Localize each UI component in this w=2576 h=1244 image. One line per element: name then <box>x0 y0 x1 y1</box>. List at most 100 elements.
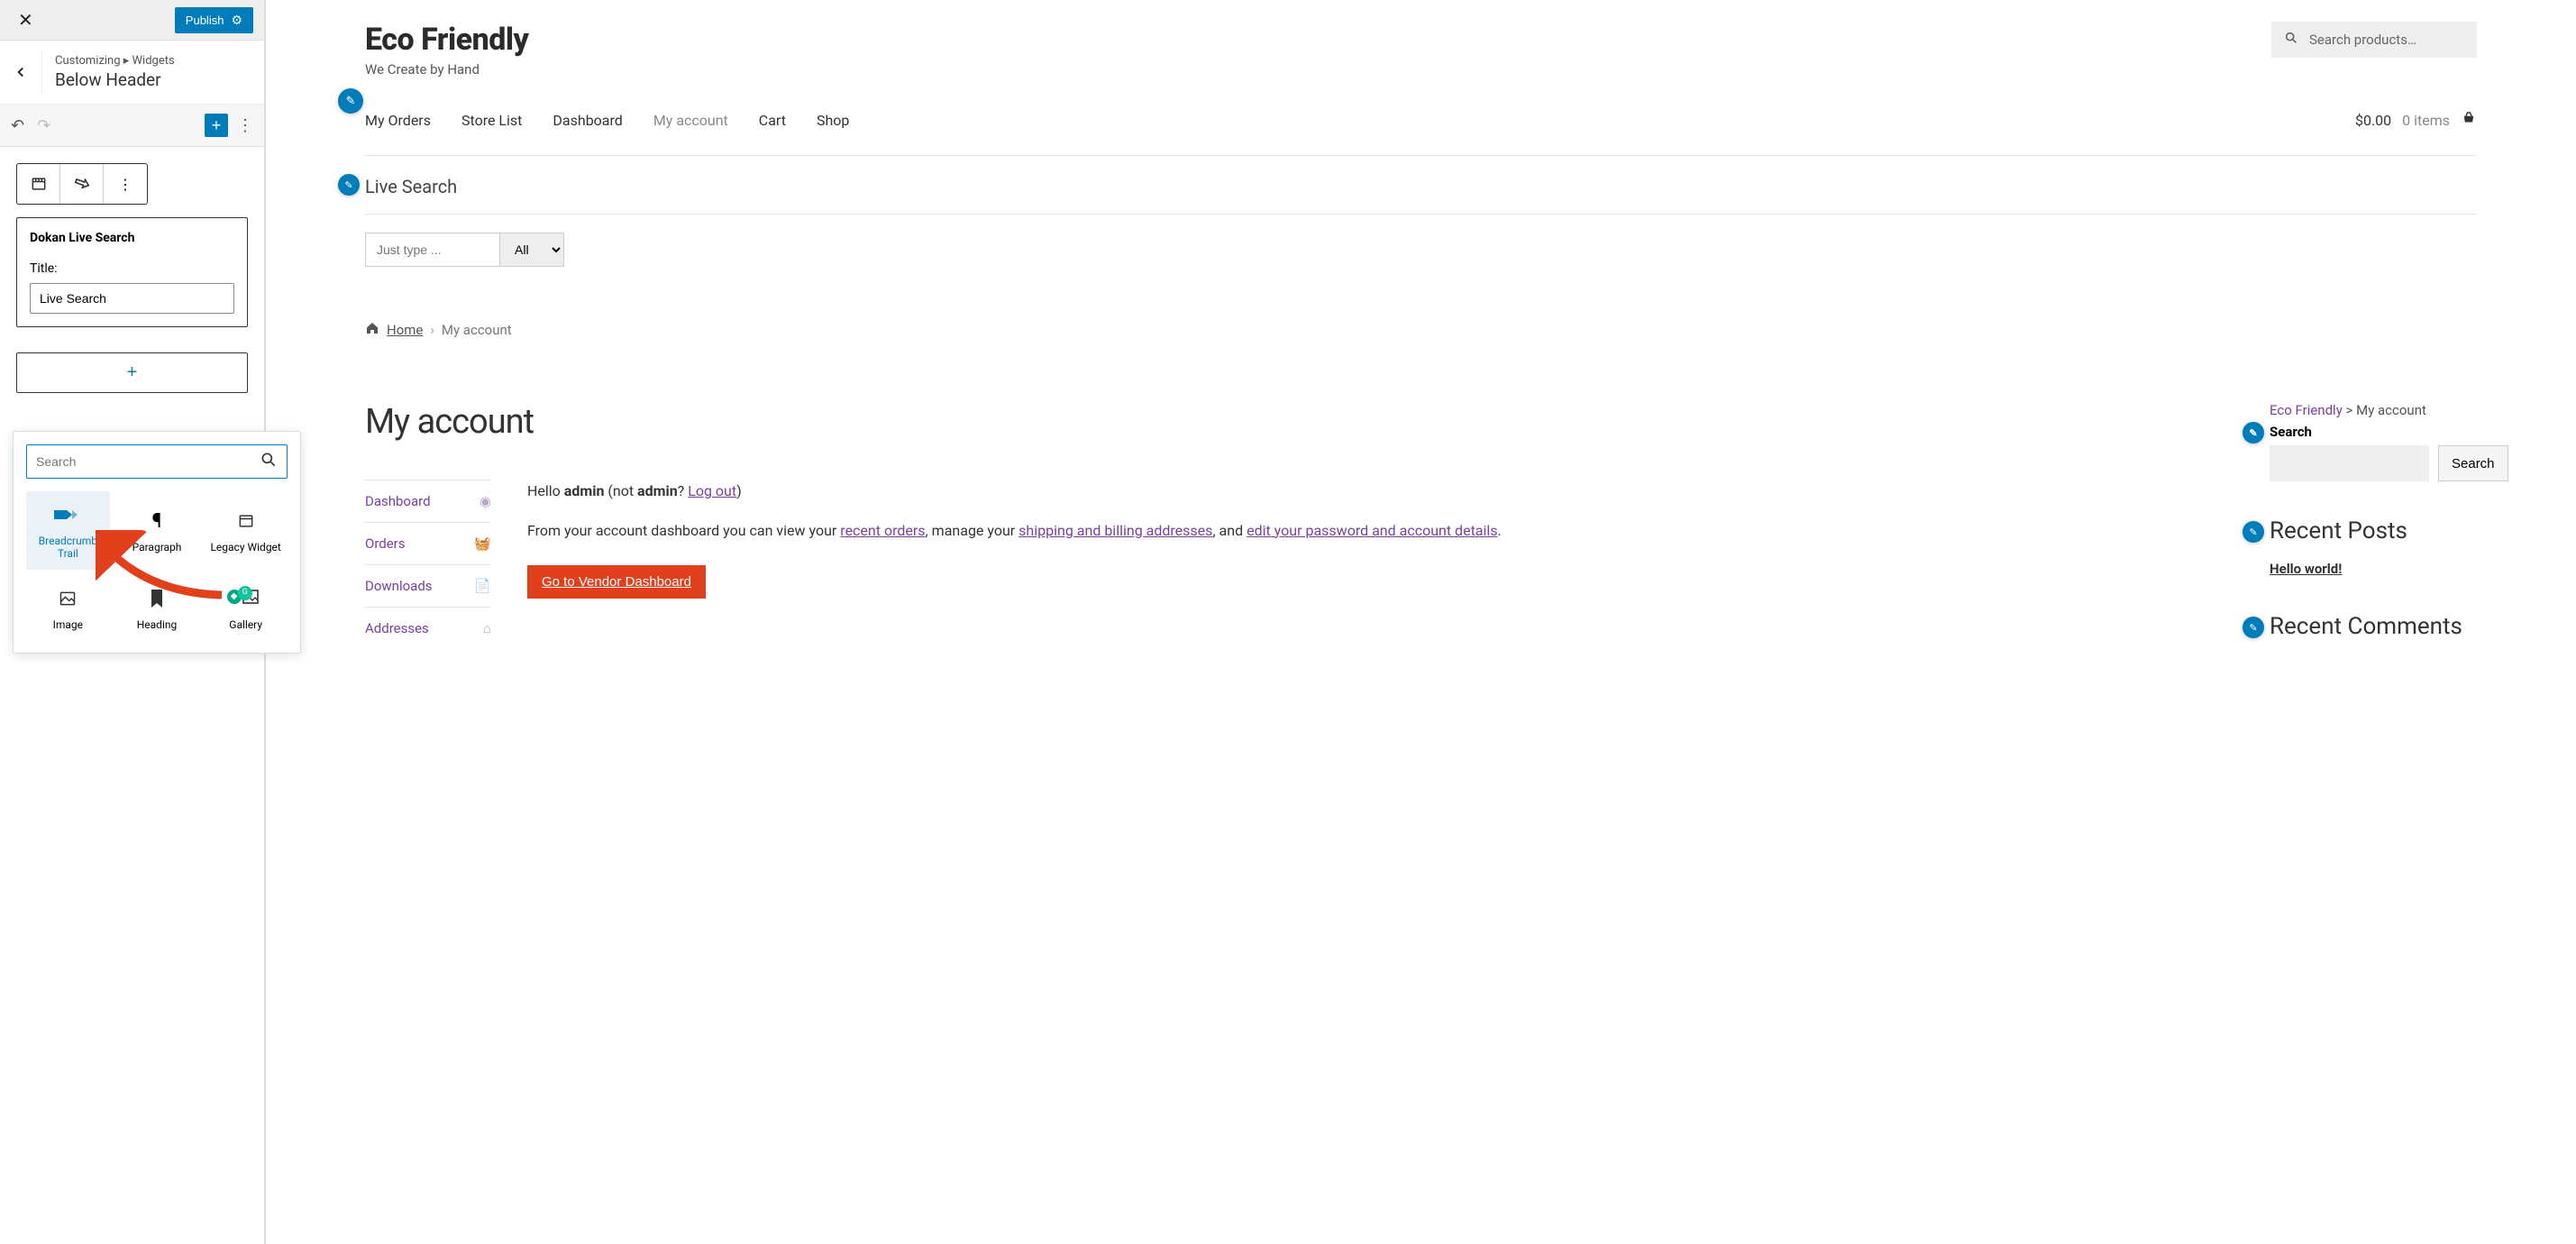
widget-area: ⋮ Dokan Live Search Title: + <box>0 147 264 409</box>
home-icon: ⌂ <box>483 620 491 636</box>
edit-shortcut-icon[interactable]: ✎ <box>2243 521 2264 543</box>
edit-shortcut-icon[interactable]: ✎ <box>338 88 363 114</box>
publish-button[interactable]: Publish ⚙ <box>175 7 253 33</box>
inserter-search-input[interactable] <box>36 454 260 469</box>
sidebar-topbar: ✕ Publish ⚙ <box>0 0 264 41</box>
editor-toolbar: ↶ ↷ + ⋮ <box>0 105 264 147</box>
nav-cart[interactable]: Cart <box>759 112 786 129</box>
pilcrow-icon: ¶ <box>152 510 162 532</box>
inserter-search[interactable] <box>26 444 288 479</box>
block-icon-button[interactable] <box>17 164 60 204</box>
back-button[interactable] <box>13 50 42 95</box>
content-row: My account Dashboard ◉ Orders 🧺 <box>365 402 2477 649</box>
account-nav: Dashboard ◉ Orders 🧺 Downloads 📄 <box>365 480 491 649</box>
breadcrumb-row: Customizing ▸ Widgets Below Header <box>0 41 264 105</box>
widget-block-title: Dokan Live Search <box>30 231 234 245</box>
bookmark-icon <box>150 588 164 609</box>
live-search-form: All <box>365 233 2477 267</box>
breadcrumb-title: Below Header <box>55 69 175 90</box>
addresses-link[interactable]: shipping and billing addresses <box>1019 522 1212 539</box>
publish-label: Publish <box>186 14 224 27</box>
block-paragraph[interactable]: ¶ Paragraph <box>115 491 199 570</box>
preview-pane: Eco Friendly We Create by Hand Search pr… <box>265 0 2576 1244</box>
edit-shortcut-icon[interactable]: ✎ <box>338 174 360 196</box>
block-heading[interactable]: Heading <box>115 575 199 640</box>
search-icon <box>260 451 278 472</box>
edit-shortcut-icon[interactable]: ✎ <box>2243 617 2264 638</box>
cart-link[interactable]: $0.00 0 items <box>2355 110 2477 130</box>
nav-dashboard[interactable]: Dashboard <box>553 112 622 129</box>
redo-button[interactable]: ↷ <box>37 116 50 135</box>
recent-orders-link[interactable]: recent orders <box>840 522 925 539</box>
block-breadcrumb-trail[interactable]: Breadcrumb Trail <box>26 491 110 570</box>
recent-comments-heading: ✎ Recent Comments <box>2270 613 2477 640</box>
live-search-input[interactable] <box>365 233 500 267</box>
acct-nav-dashboard[interactable]: Dashboard ◉ <box>365 480 491 522</box>
logout-link[interactable]: Log out <box>688 482 736 499</box>
file-icon: 📄 <box>474 578 491 594</box>
page-title: My account <box>365 402 2224 442</box>
breadcrumb-text: Customizing ▸ Widgets <box>55 54 175 68</box>
gear-icon: ⚙ <box>231 13 242 28</box>
nav-my-account[interactable]: My account <box>653 112 728 129</box>
block-toolbar: ⋮ <box>16 163 148 205</box>
account-content: Hello admin (not admin? Log out) From yo… <box>527 480 2224 649</box>
close-button[interactable]: ✕ <box>11 2 41 39</box>
edit-shortcut-icon[interactable]: ✎ <box>2243 422 2264 444</box>
search-placeholder: Search products… <box>2309 32 2416 48</box>
block-grid: Breadcrumb Trail ¶ Paragraph Legacy Widg… <box>26 491 288 640</box>
aside-search-input[interactable] <box>2270 445 2429 481</box>
block-options-button[interactable]: ⋮ <box>104 164 147 204</box>
block-image[interactable]: Image <box>26 575 110 640</box>
live-search-category[interactable]: All <box>500 233 564 267</box>
site-title[interactable]: Eco Friendly <box>365 22 528 58</box>
vendor-dashboard-button[interactable]: Go to Vendor Dashboard <box>527 565 706 599</box>
more-button[interactable]: ⋮ <box>237 116 253 135</box>
block-legacy-widget[interactable]: Legacy Widget <box>204 491 288 570</box>
recent-post-link[interactable]: Hello world! <box>2270 561 2477 577</box>
aside-search-label: ✎ Search <box>2270 424 2477 440</box>
main-nav: ✎ My Orders Store List Dashboard My acco… <box>365 110 2477 130</box>
basket-icon <box>2461 110 2477 130</box>
basket-icon: 🧺 <box>474 535 491 552</box>
account-details-link[interactable]: edit your password and account details <box>1247 522 1497 539</box>
search-icon <box>2284 31 2298 49</box>
add-block-button[interactable]: + <box>16 352 248 393</box>
home-icon <box>365 321 379 339</box>
breadcrumb-icon <box>54 504 81 526</box>
undo-button[interactable]: ↶ <box>11 116 24 135</box>
widget-block[interactable]: Dokan Live Search Title: <box>16 217 248 327</box>
breadcrumb: Home › My account <box>365 321 2477 339</box>
acct-nav-addresses[interactable]: Addresses ⌂ <box>365 607 491 649</box>
acct-nav-downloads[interactable]: Downloads 📄 <box>365 564 491 607</box>
product-search[interactable]: Search products… <box>2271 22 2477 58</box>
block-gallery[interactable]: ◆ G Gallery <box>204 575 288 640</box>
aside-crumb-home[interactable]: Eco Friendly <box>2270 402 2343 418</box>
cart-total: $0.00 <box>2355 112 2391 129</box>
aside-breadcrumb: Eco Friendly > My account <box>2270 402 2477 418</box>
image-icon <box>59 588 77 609</box>
gallery-icon: ◆ G <box>233 588 260 609</box>
nav-store-list[interactable]: Store List <box>461 112 522 129</box>
site-tagline: We Create by Hand <box>365 61 528 78</box>
acct-nav-orders[interactable]: Orders 🧺 <box>365 522 491 564</box>
calendar-icon <box>237 510 255 532</box>
site-header: Eco Friendly We Create by Hand Search pr… <box>365 18 2477 78</box>
breadcrumb-home[interactable]: Home <box>387 322 423 338</box>
breadcrumb-current: My account <box>442 322 512 338</box>
recent-posts-heading: ✎ Recent Posts <box>2270 517 2477 544</box>
aside-search-button[interactable]: Search <box>2438 445 2508 481</box>
block-inserter: Breadcrumb Trail ¶ Paragraph Legacy Widg… <box>13 431 301 654</box>
nav-my-orders[interactable]: My Orders <box>365 112 431 129</box>
live-search-heading: ✎ Live Search <box>365 176 2477 197</box>
block-move-button[interactable] <box>60 164 104 204</box>
cart-items: 0 items <box>2402 112 2450 129</box>
nav-shop[interactable]: Shop <box>817 112 849 129</box>
gauge-icon: ◉ <box>480 493 491 509</box>
sidebar-widgets: Eco Friendly > My account ✎ Search Searc… <box>2270 402 2477 649</box>
widget-title-label: Title: <box>30 261 234 276</box>
chevron-right-icon: › <box>430 322 434 338</box>
customizer-sidebar: ✕ Publish ⚙ Customizing ▸ Widgets Below … <box>0 0 265 1244</box>
add-block-toolbar-button[interactable]: + <box>205 114 228 137</box>
widget-title-input[interactable] <box>30 283 234 314</box>
